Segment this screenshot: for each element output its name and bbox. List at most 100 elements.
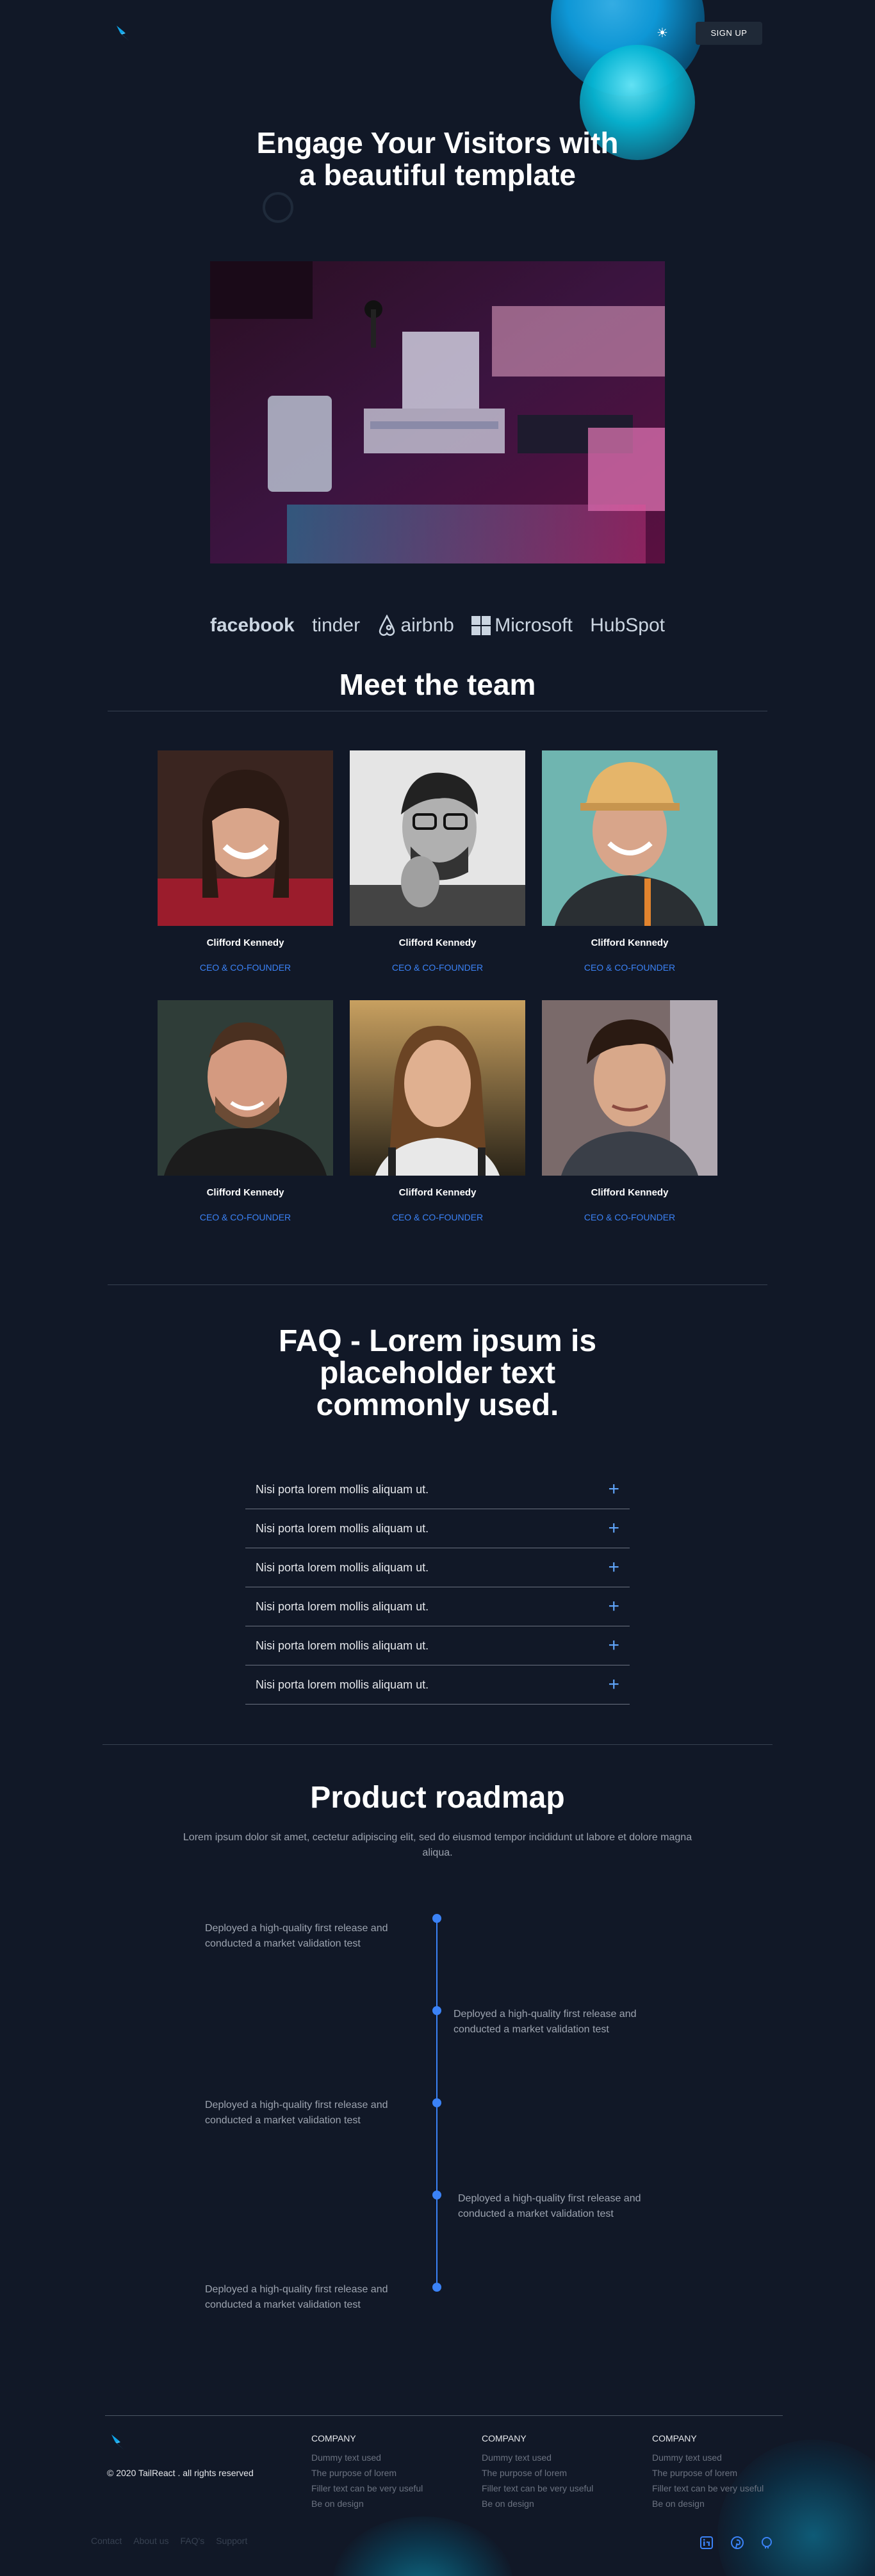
faq-question: Nisi porta lorem mollis aliquam ut. <box>256 1560 429 1574</box>
timeline-dot <box>432 2283 441 2292</box>
footer-column: COMPANY Dummy text used The purpose of l… <box>652 2433 793 2511</box>
member-photo <box>158 750 333 926</box>
roadmap-subtitle: Lorem ipsum dolor sit amet, cectetur adi… <box>183 1832 692 1858</box>
airbnb-logo: airbnb <box>377 615 454 636</box>
tinder-logo: tinder <box>312 615 361 636</box>
timeline-dot <box>432 2191 441 2199</box>
roadmap-title: Product roadmap <box>310 1781 565 1815</box>
team-member-card: Clifford Kennedy CEO & CO-FOUNDER <box>350 750 525 973</box>
faq-item[interactable]: Nisi porta lorem mollis aliquam ut. + <box>245 1470 630 1509</box>
footer-link[interactable]: Be on design <box>652 2496 793 2511</box>
team-member-card: Clifford Kennedy CEO & CO-FOUNDER <box>158 1000 333 1222</box>
airbnb-icon <box>379 615 395 636</box>
footer-heading: COMPANY <box>482 2433 527 2443</box>
faq-item[interactable]: Nisi porta lorem mollis aliquam ut. + <box>245 1548 630 1587</box>
footer-heading: COMPANY <box>652 2433 697 2443</box>
footer-link[interactable]: Dummy text used <box>652 2450 793 2465</box>
section-divider <box>102 1744 773 1745</box>
member-name: Clifford Kennedy <box>398 1187 477 1198</box>
timeline-item: Deployed a high-quality first release an… <box>458 2193 641 2219</box>
member-name: Clifford Kennedy <box>206 937 284 948</box>
brand-logo-icon[interactable] <box>113 23 133 44</box>
footer-column: COMPANY Dummy text used The purpose of l… <box>482 2433 623 2511</box>
section-divider <box>108 1284 767 1285</box>
facebook-logo: facebook <box>210 615 295 636</box>
member-photo <box>158 1000 333 1176</box>
faq-title: FAQ - Lorem ipsum is placeholder text co… <box>278 1324 597 1422</box>
footer-divider <box>105 2415 783 2416</box>
member-role: CEO & CO-FOUNDER <box>584 1212 676 1222</box>
footer-link[interactable]: The purpose of lorem <box>311 2465 452 2481</box>
footer-link[interactable]: Be on design <box>482 2496 623 2511</box>
faq-question: Nisi porta lorem mollis aliquam ut. <box>256 1678 429 1691</box>
brand-logo-icon[interactable] <box>108 2432 128 2452</box>
footer-link[interactable]: Be on design <box>311 2496 452 2511</box>
timeline-item: Deployed a high-quality first release an… <box>205 2284 388 2310</box>
member-role: CEO & CO-FOUNDER <box>391 1212 484 1222</box>
faq-list: Nisi porta lorem mollis aliquam ut. + Nis… <box>245 1470 630 1705</box>
plus-icon[interactable]: + <box>608 1478 619 1500</box>
hubspot-logo: HubSpot <box>590 615 665 636</box>
timeline-item: Deployed a high-quality first release an… <box>454 2009 637 2035</box>
team-member-card: Clifford Kennedy CEO & CO-FOUNDER <box>158 750 333 973</box>
member-name: Clifford Kennedy <box>398 937 477 948</box>
timeline-dot <box>432 1914 441 1923</box>
member-photo <box>542 750 717 926</box>
member-role: CEO & CO-FOUNDER <box>584 962 676 973</box>
support-link[interactable]: Support <box>216 2536 247 2546</box>
timeline-item: Deployed a high-quality first release an… <box>205 2100 388 2126</box>
member-photo <box>350 1000 525 1176</box>
member-name: Clifford Kennedy <box>206 1187 284 1198</box>
faq-item[interactable]: Nisi porta lorem mollis aliquam ut. + <box>245 1587 630 1626</box>
hero-image <box>210 261 665 563</box>
plus-icon[interactable]: + <box>608 1518 619 1539</box>
team-member-card: Clifford Kennedy CEO & CO-FOUNDER <box>350 1000 525 1222</box>
footer-link[interactable]: Filler text can be very useful <box>652 2481 793 2496</box>
member-role: CEO & CO-FOUNDER <box>199 962 291 973</box>
hero-title: Engage Your Visitors with a beautiful te… <box>256 126 619 191</box>
client-logos: facebook tinder airbnb Microsoft HubSpot <box>210 615 665 636</box>
timeline-item: Deployed a high-quality first release an… <box>205 1923 388 1949</box>
footer-link[interactable]: Dummy text used <box>311 2450 452 2465</box>
faq-question: Nisi porta lorem mollis aliquam ut. <box>256 1482 429 1496</box>
footer-link[interactable]: Filler text can be very useful <box>311 2481 452 2496</box>
footer-link[interactable]: Filler text can be very useful <box>482 2481 623 2496</box>
sun-icon[interactable]: ☀ <box>653 24 671 42</box>
footer-link[interactable]: The purpose of lorem <box>482 2465 623 2481</box>
footer-link[interactable]: The purpose of lorem <box>652 2465 793 2481</box>
plus-icon[interactable]: + <box>608 1557 619 1578</box>
faq-item[interactable]: Nisi porta lorem mollis aliquam ut. + <box>245 1665 630 1705</box>
member-photo <box>542 1000 717 1176</box>
pinterest-icon[interactable] <box>730 2536 744 2550</box>
member-name: Clifford Kennedy <box>591 937 669 948</box>
signup-button[interactable]: SIGN UP <box>696 22 762 45</box>
member-name: Clifford Kennedy <box>591 1187 669 1198</box>
team-member-card: Clifford Kennedy CEO & CO-FOUNDER <box>542 750 717 973</box>
about-link[interactable]: About us <box>133 2536 168 2546</box>
footer-link[interactable]: Dummy text used <box>482 2450 623 2465</box>
member-photo <box>350 750 525 926</box>
contact-link[interactable]: Contact <box>91 2536 122 2546</box>
microsoft-logo: Microsoft <box>471 615 573 636</box>
copyright-text: © 2020 TailReact . all rights reserved <box>107 2468 254 2478</box>
plus-icon[interactable]: + <box>608 1674 619 1696</box>
footer-gradient-blob <box>333 2516 512 2576</box>
faq-question: Nisi porta lorem mollis aliquam ut. <box>256 1639 429 1652</box>
decorative-ring <box>263 192 293 223</box>
footer-heading: COMPANY <box>311 2433 356 2443</box>
faq-question: Nisi porta lorem mollis aliquam ut. <box>256 1600 429 1613</box>
faq-link[interactable]: FAQ's <box>181 2536 205 2546</box>
timeline-dot <box>432 2006 441 2015</box>
member-role: CEO & CO-FOUNDER <box>199 1212 291 1222</box>
bottom-links: Contact About us FAQ's Support <box>91 2536 247 2546</box>
member-role: CEO & CO-FOUNDER <box>391 962 484 973</box>
plus-icon[interactable]: + <box>608 1596 619 1617</box>
microsoft-icon <box>471 616 491 635</box>
faq-item[interactable]: Nisi porta lorem mollis aliquam ut. + <box>245 1626 630 1665</box>
faq-question: Nisi porta lorem mollis aliquam ut. <box>256 1521 429 1535</box>
plus-icon[interactable]: + <box>608 1635 619 1657</box>
team-member-card: Clifford Kennedy CEO & CO-FOUNDER <box>542 1000 717 1222</box>
faq-item[interactable]: Nisi porta lorem mollis aliquam ut. + <box>245 1509 630 1548</box>
github-icon[interactable] <box>760 2536 774 2550</box>
linkedin-icon[interactable] <box>699 2536 714 2550</box>
